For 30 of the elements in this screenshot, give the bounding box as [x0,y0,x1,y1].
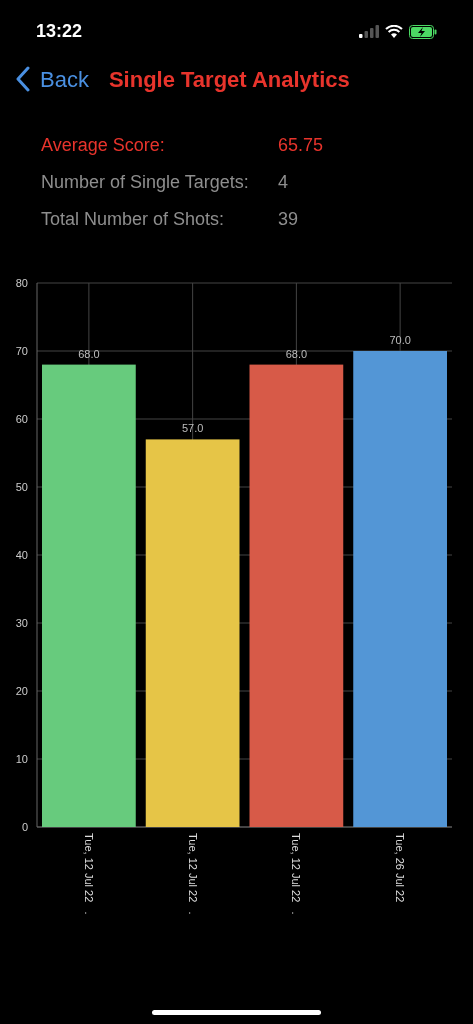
bar-value-label: 68.0 [285,347,308,360]
stat-label: Average Score: [41,134,166,157]
x-category-label: Tue, 26 Jul 22 [394,833,407,903]
y-tick-label: 10 [15,753,28,765]
back-button[interactable]: Back [16,62,89,96]
y-tick-label: 60 [15,413,28,425]
bar-value-label: 68.0 [78,347,100,360]
stat-label: Total Number of Shots: [41,208,226,231]
battery-charging-icon [409,24,437,39]
y-tick-label: 20 [15,685,28,697]
x-category-label: Tue, 12 Jul 22 . [186,833,199,915]
y-tick-label: 70 [15,345,28,357]
stat-value: 4 [278,171,289,194]
y-tick-label: 80 [15,277,28,289]
y-tick-label: 40 [15,549,28,561]
stat-value: 65.75 [278,134,325,157]
y-tick-label: 30 [15,617,28,629]
y-tick-label: 50 [15,481,28,493]
status-time: 13:22 [36,20,83,43]
bar-value-label: 57.0 [181,422,204,435]
stat-value: 39 [278,208,300,231]
page-title: Single Target Analytics [108,65,350,94]
x-category-label: Tue, 12 Jul 22 . [82,833,95,915]
x-category-label: Tue, 12 Jul 22 . [290,833,303,915]
bar-value-label: 70.0 [389,334,411,346]
y-tick-label: 0 [21,821,28,833]
stat-label: Number of Single Targets: [41,171,250,194]
wifi-icon [385,25,403,38]
signal-icon [359,25,379,38]
chevron-left-icon [16,66,30,92]
